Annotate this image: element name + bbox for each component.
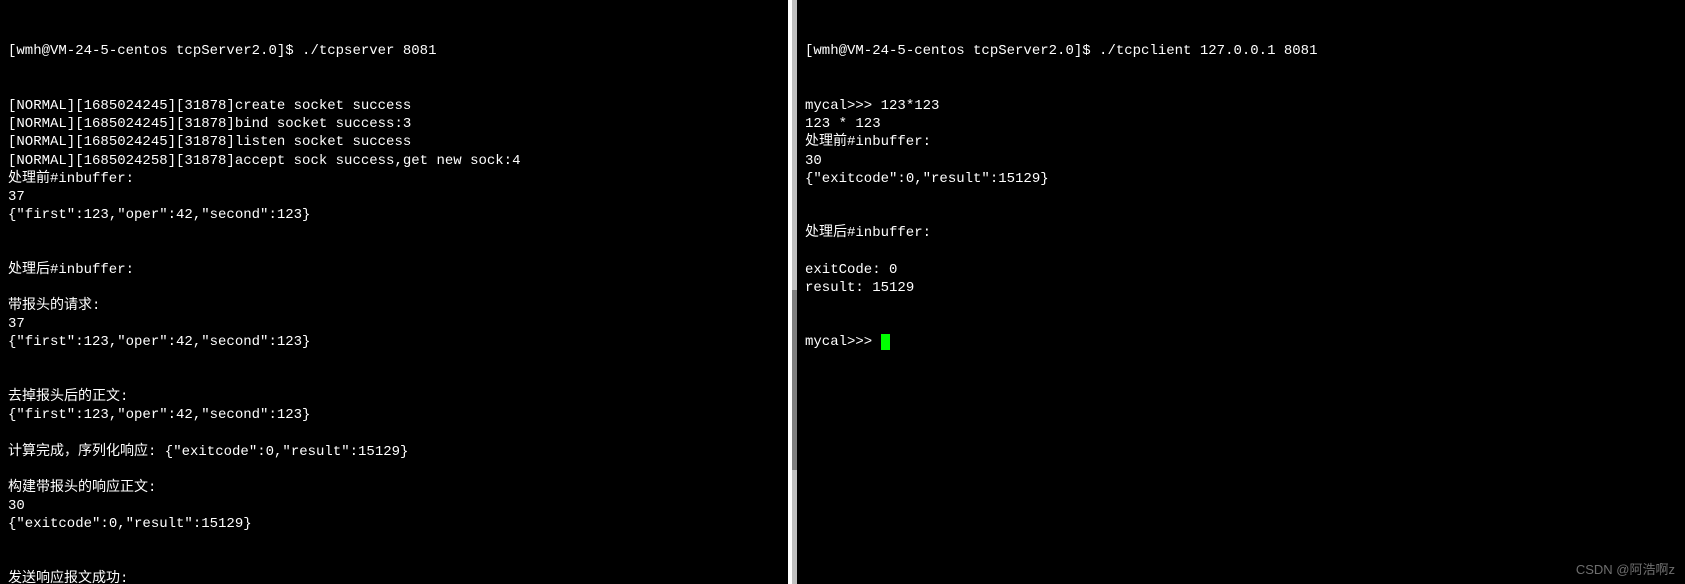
output-line (8, 533, 780, 551)
output-line: 去掉报头后的正文: (8, 388, 780, 406)
output-line: {"first":123,"oper":42,"second":123} (8, 333, 780, 351)
mycal-prompt-line: mycal>>> (805, 333, 1677, 351)
output-line: 带报头的请求: (8, 297, 780, 315)
output-line: 发送响应报文成功: (8, 570, 780, 584)
output-line: [NORMAL][1685024245][31878]create socket… (8, 97, 780, 115)
output-line: {"first":123,"oper":42,"second":123} (8, 406, 780, 424)
output-line: mycal>>> 123*123 (805, 97, 1677, 115)
output-line: 123 * 123 (805, 115, 1677, 133)
output-line (8, 424, 780, 442)
output-line (8, 279, 780, 297)
output-line: 37 (8, 315, 780, 333)
output-line: {"exitcode":0,"result":15129} (805, 170, 1677, 188)
output-line: {"exitcode":0,"result":15129} (8, 515, 780, 533)
terminal-left-output: [NORMAL][1685024245][31878]create socket… (8, 97, 780, 584)
terminal-right-pane[interactable]: [wmh@VM-24-5-centos tcpServer2.0]$ ./tcp… (797, 0, 1685, 584)
output-line: result: 15129 (805, 279, 1677, 297)
output-line: 处理后#inbuffer: (805, 224, 1677, 242)
output-line (8, 370, 780, 388)
terminal-right-output: mycal>>> 123*123123 * 123处理前#inbuffer:30… (805, 97, 1677, 297)
shell-prompt-right: [wmh@VM-24-5-centos tcpServer2.0]$ ./tcp… (805, 42, 1677, 60)
output-line (8, 242, 780, 260)
output-line (805, 206, 1677, 224)
output-line: 处理前#inbuffer: (8, 170, 780, 188)
output-line (8, 552, 780, 570)
terminal-left-pane[interactable]: [wmh@VM-24-5-centos tcpServer2.0]$ ./tcp… (0, 0, 788, 584)
output-line (805, 242, 1677, 260)
output-line: {"first":123,"oper":42,"second":123} (8, 206, 780, 224)
output-line: [NORMAL][1685024245][31878]listen socket… (8, 133, 780, 151)
output-line: 处理前#inbuffer: (805, 133, 1677, 151)
output-line: 构建带报头的响应正文: (8, 479, 780, 497)
output-line (805, 188, 1677, 206)
mycal-prompt[interactable]: mycal>>> (805, 334, 881, 350)
output-line (8, 224, 780, 242)
output-line: 30 (805, 152, 1677, 170)
cursor-right (881, 334, 890, 350)
output-line: 处理后#inbuffer: (8, 261, 780, 279)
output-line: [NORMAL][1685024258][31878]accept sock s… (8, 152, 780, 170)
shell-prompt-left: [wmh@VM-24-5-centos tcpServer2.0]$ ./tcp… (8, 42, 780, 60)
output-line: 30 (8, 497, 780, 515)
output-line (8, 352, 780, 370)
output-line: 计算完成，序列化响应: {"exitcode":0,"result":15129… (8, 443, 780, 461)
output-line (8, 461, 780, 479)
split-divider[interactable] (788, 0, 797, 584)
output-line: 37 (8, 188, 780, 206)
output-line: [NORMAL][1685024245][31878]bind socket s… (8, 115, 780, 133)
output-line: exitCode: 0 (805, 261, 1677, 279)
